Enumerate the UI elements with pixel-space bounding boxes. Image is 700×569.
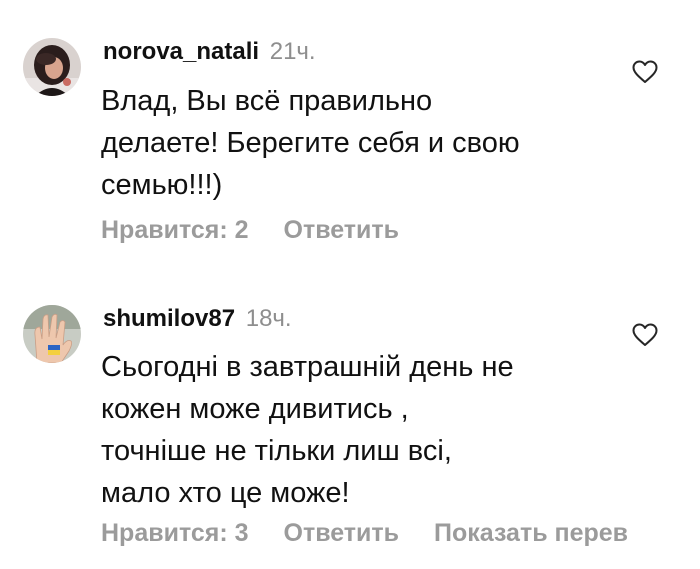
heart-icon[interactable] (632, 60, 658, 84)
comment-actions: Нравится: 2 Ответить (101, 215, 427, 245)
likes-count-button[interactable]: Нравится: 2 (101, 215, 249, 245)
avatar-photo-icon (23, 305, 81, 363)
avatar[interactable] (23, 38, 81, 96)
comment-text: Сьогодні в завтрашній день не кожен може… (101, 351, 514, 509)
comment-text: Влад, Вы всё правильно делаете! Берегите… (101, 85, 520, 201)
avatar[interactable] (23, 305, 81, 363)
show-translation-button[interactable]: Показать перев (434, 518, 628, 548)
comment-item: norova_natali 21ч. Влад, Вы всё правильн… (0, 0, 700, 270)
comment-time: 18ч. (245, 305, 292, 332)
comment-item: shumilov87 18ч. Сьогодні в завтрашній де… (0, 270, 700, 569)
username-link[interactable]: shumilov87 (103, 305, 235, 332)
comment-header: shumilov87 18ч. (103, 305, 292, 333)
reply-button[interactable]: Ответить (284, 518, 400, 548)
avatar-photo-icon (23, 38, 81, 96)
username-link[interactable]: norova_natali (103, 38, 259, 65)
heart-icon[interactable] (632, 323, 658, 347)
reply-button[interactable]: Ответить (284, 215, 400, 245)
comment-actions: Нравится: 3 Ответить Показать перев (101, 518, 656, 548)
likes-count-button[interactable]: Нравится: 3 (101, 518, 249, 548)
comment-time: 21ч. (269, 38, 316, 65)
comment-header: norova_natali 21ч. (103, 38, 316, 66)
